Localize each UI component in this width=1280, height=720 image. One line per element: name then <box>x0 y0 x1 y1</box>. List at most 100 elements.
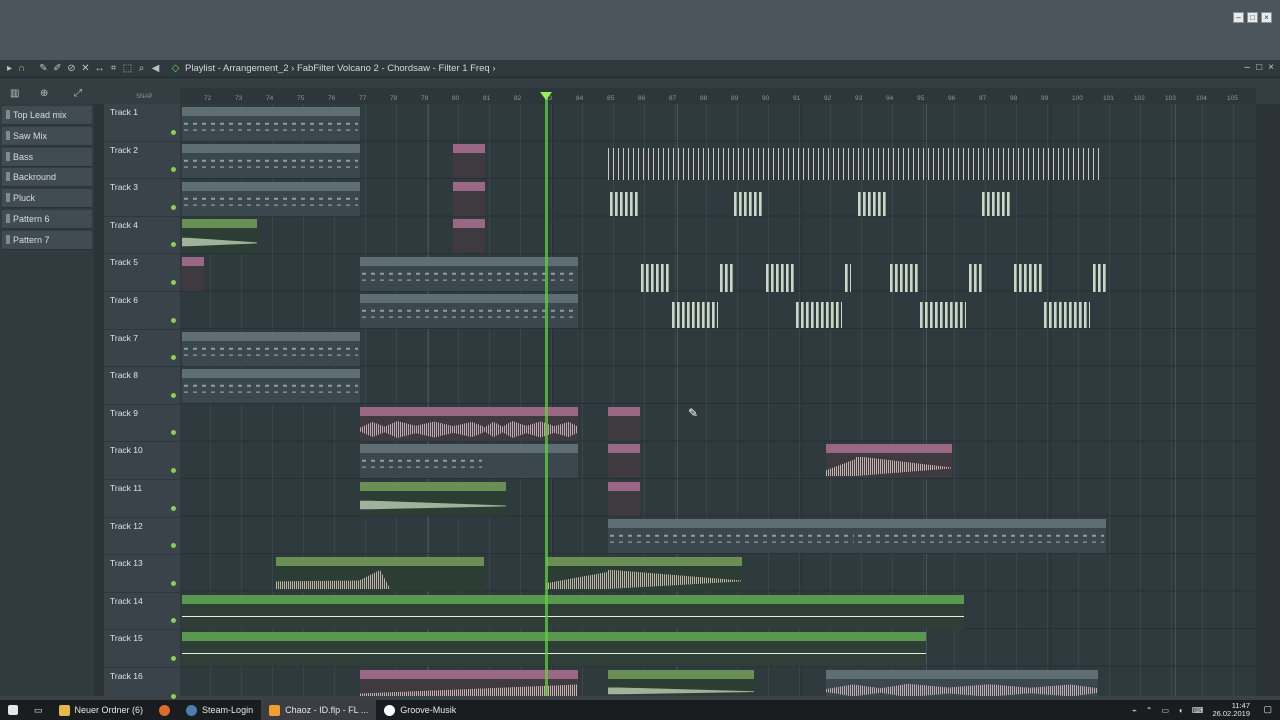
close-button[interactable]: × <box>1261 12 1272 23</box>
playback-icon[interactable]: ◀ <box>150 63 161 74</box>
slice-group[interactable] <box>858 192 888 216</box>
audio-clip[interactable]: Daniel Jackson - Lunacrash01 <box>608 557 742 591</box>
automation-clip[interactable]: FabFilter Volcano 2 - Chordsaw - Filter … <box>182 595 964 629</box>
pattern-item[interactable]: Saw Mix <box>2 126 92 146</box>
audio-clip[interactable]: Sweep impact - Reverse crash & crash <box>276 557 484 591</box>
snap-label[interactable]: SNAP <box>136 94 152 100</box>
slice-group[interactable] <box>920 302 966 328</box>
slice-group[interactable] <box>641 264 671 292</box>
pattern-clip[interactable]: Saw Mix <box>182 144 360 178</box>
task-view-button[interactable]: ▭ <box>26 700 51 720</box>
slice-group[interactable] <box>845 264 851 292</box>
track-header[interactable]: Track 9 <box>104 405 180 443</box>
track-enable-led[interactable] <box>171 279 176 285</box>
track-header[interactable]: Track 15 <box>104 630 180 668</box>
track-header[interactable]: Track 11 <box>104 480 180 518</box>
maximize-button[interactable]: □ <box>1247 12 1258 23</box>
track-enable-led[interactable] <box>171 430 176 436</box>
crosshair-icon[interactable]: ⊕ <box>40 88 48 99</box>
track-enable-led[interactable] <box>171 467 176 473</box>
volume-icon[interactable]: ◖ <box>1178 706 1183 715</box>
track-header[interactable]: Track 13 <box>104 555 180 593</box>
taskbar-explorer[interactable]: Neuer Ordner (6) <box>51 700 152 720</box>
track-header[interactable]: Track 8 <box>104 367 180 405</box>
pattern-clip[interactable]: Ba..nd <box>547 444 578 478</box>
slice-group[interactable] <box>890 264 920 292</box>
slice-group[interactable] <box>796 302 842 328</box>
track-header[interactable]: Track 12 <box>104 518 180 556</box>
automation-clip[interactable]: Ch..ch <box>453 219 485 253</box>
language-icon[interactable]: ⌨ <box>1192 706 1204 715</box>
automation-clip[interactable]: Ch..ch <box>453 182 485 216</box>
pattern-item[interactable]: Top Lead mix <box>2 106 92 125</box>
clock[interactable]: 11:47 26.02.2019 <box>1212 702 1250 718</box>
paint-icon[interactable]: ✐ <box>52 63 63 74</box>
slice-icon[interactable]: ⌗ <box>108 63 119 74</box>
track-enable-led[interactable] <box>171 392 176 398</box>
taskbar-firefox[interactable] <box>151 700 178 720</box>
playhead-marker[interactable] <box>540 92 552 100</box>
playlist-close-button[interactable]: × <box>1268 62 1274 73</box>
playhead-line[interactable] <box>545 96 548 696</box>
pattern-clip[interactable]: Bass <box>182 182 360 216</box>
automation-clip[interactable]: Ch..ch <box>453 144 485 178</box>
audio-clip[interactable] <box>826 444 856 478</box>
track-enable-led[interactable] <box>171 317 176 323</box>
pattern-item[interactable]: Pattern 6 <box>2 210 92 229</box>
vertical-scrollbar[interactable] <box>1256 104 1280 696</box>
slip-icon[interactable]: ↔ <box>94 63 105 74</box>
zoom-icon[interactable]: ⌕ <box>136 63 147 74</box>
playlist-grid[interactable]: Top Lead mix Saw Mix Ch..ch Bass Ch..ch … <box>180 104 1256 696</box>
track-header[interactable]: Track 7 <box>104 330 180 368</box>
audio-clip[interactable]: Kit2_BREAK_LONG FILL_150_Fm <box>826 670 1098 696</box>
notification-icon[interactable]: ▢ <box>1263 704 1272 715</box>
timeline-ruler[interactable]: 72 73 74 75 76 77 78 79 80 81 82 83 84 85 86 87 88 89 90 91… <box>180 88 1256 104</box>
monitor-icon[interactable]: ▭ <box>1162 706 1170 715</box>
audio-chops[interactable] <box>608 148 1102 180</box>
magnet-icon[interactable]: ∩ <box>16 63 27 74</box>
slice-group[interactable] <box>610 192 640 216</box>
pattern-clip[interactable]: Top Lead mix <box>182 107 360 141</box>
slice-group[interactable] <box>1044 302 1090 328</box>
pattern-clip[interactable]: Ba..nd <box>484 444 516 478</box>
audio-clip[interactable]: KSHMR Sw..Down 10 <box>182 219 257 253</box>
pattern-item[interactable]: Pluck <box>2 189 92 209</box>
track-header[interactable]: Track 3 <box>104 179 180 217</box>
pattern-scrollbar[interactable] <box>94 104 104 696</box>
track-header[interactable]: Track 4 <box>104 217 180 255</box>
track-enable-led[interactable] <box>171 505 176 511</box>
track-enable-led[interactable] <box>171 693 176 699</box>
delete-icon[interactable]: ⊘ <box>66 63 77 74</box>
mute-icon[interactable]: ✕ <box>80 63 91 74</box>
taskbar-steam[interactable]: Steam-Login <box>178 700 261 720</box>
track-header[interactable]: Track 2 <box>104 142 180 180</box>
track-enable-led[interactable] <box>171 355 176 361</box>
automation-clip[interactable]: Ch..ch <box>608 482 640 516</box>
track-header[interactable]: Track 10 <box>104 442 180 480</box>
track-enable-led[interactable] <box>171 580 176 586</box>
audio-clip[interactable]: Calixto & Haarada..nematic Drums 009 <box>360 407 484 441</box>
pattern-clip[interactable]: Saw Mix <box>856 519 1106 553</box>
slice-group[interactable] <box>982 192 1012 216</box>
arrangement-name[interactable]: Playlist - Arrangement_2 <box>185 63 289 74</box>
audio-clip[interactable]: KSHMR Sweep Down 10 <box>608 670 754 696</box>
pattern-item[interactable]: Pattern 7 <box>2 230 92 250</box>
link-icon[interactable]: ⤢ <box>74 88 82 99</box>
taskbar-fl-studio[interactable]: Chaoz - ID.flp - FL ... <box>261 700 377 720</box>
track-enable-led[interactable] <box>171 618 176 624</box>
track-enable-led[interactable] <box>171 167 176 173</box>
pencil-icon[interactable]: ✎ <box>38 63 49 74</box>
minimize-button[interactable]: – <box>1233 12 1244 23</box>
pattern-clip[interactable]: Saw Mix <box>608 519 856 553</box>
audio-clip[interactable]: Creator..Effect 2 <box>546 557 608 591</box>
audio-clip[interactable]: Daniel Jackso..Lunacrash01 <box>856 444 952 478</box>
slice-group[interactable] <box>1093 264 1107 292</box>
automation-clip[interactable]: Ch..ch <box>608 407 640 441</box>
taskbar-groove[interactable]: Groove-Musik <box>376 700 464 720</box>
network-icon[interactable]: ⌁ <box>1132 706 1137 715</box>
automation-clip[interactable]: FabFilter Volcano 2 - Top Lead Mix - Fil… <box>182 632 926 666</box>
audio-clip[interactable]: KSHMR Sweep Down 10 <box>360 482 506 516</box>
slice-group[interactable] <box>720 264 734 292</box>
track-enable-led[interactable] <box>171 655 176 661</box>
pattern-item[interactable]: Bass <box>2 147 92 167</box>
